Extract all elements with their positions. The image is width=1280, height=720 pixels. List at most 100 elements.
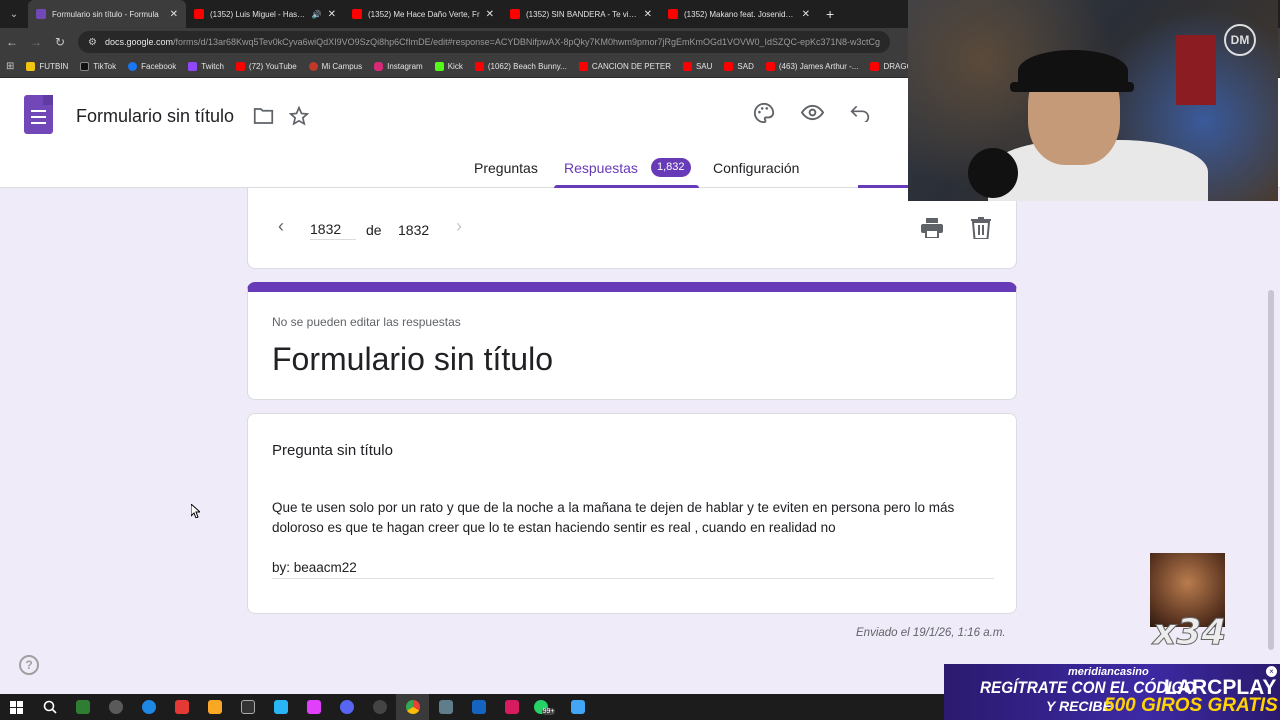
youtube-icon: [578, 62, 588, 71]
taskbar-app-pink[interactable]: [297, 694, 330, 720]
form-title: Formulario sin título: [272, 341, 553, 377]
responses-count-badge: 1,832: [651, 158, 691, 177]
taskbar-store[interactable]: [66, 694, 99, 720]
steam-icon: [108, 700, 123, 714]
windows-taskbar: 99+: [0, 694, 944, 720]
taskbar-whatsapp[interactable]: 99+: [528, 694, 561, 720]
app-icon: [306, 700, 321, 714]
site-info-icon[interactable]: ⚙: [88, 37, 97, 48]
youtube-icon: [765, 62, 775, 71]
bookmark-mi-campus[interactable]: Mi Campus: [308, 62, 362, 71]
bookmark-twitch[interactable]: Twitch: [188, 62, 224, 71]
page-scrollbar[interactable]: [1268, 290, 1274, 650]
reload-icon[interactable]: ↻: [48, 35, 72, 49]
google-forms-logo-icon[interactable]: [24, 95, 53, 134]
casino-ad-banner[interactable]: meridiancasino REGÍTRATE CON EL CÓDIGO L…: [944, 664, 1280, 720]
taskbar-steam[interactable]: [99, 694, 132, 720]
tab-preguntas[interactable]: Preguntas: [474, 160, 538, 176]
palette-icon[interactable]: [753, 102, 775, 124]
tab-search-chevron-icon[interactable]: ⌄: [0, 0, 28, 28]
document-title[interactable]: Formulario sin título: [76, 106, 234, 127]
taskbar-file-explorer[interactable]: [198, 694, 231, 720]
undo-icon[interactable]: [850, 104, 870, 122]
previous-response-chevron-icon[interactable]: ‹: [278, 216, 284, 237]
store-icon: [75, 700, 90, 714]
bookmark-james-arthur[interactable]: (463) James Arthur -...: [765, 62, 858, 71]
word-icon: [471, 700, 486, 714]
tab-close-icon[interactable]: ✕: [170, 9, 178, 20]
forms-icon: [36, 9, 46, 19]
taskbar-calculator[interactable]: [429, 694, 462, 720]
new-tab-button[interactable]: +: [818, 6, 842, 22]
bookmark-cancion-de-peter[interactable]: CANCION DE PETER: [578, 62, 671, 71]
taskbar-edge[interactable]: [132, 694, 165, 720]
streamer-logo: DM: [1224, 24, 1256, 56]
youtube-icon: [235, 62, 245, 71]
response-number-input[interactable]: 1832: [310, 221, 356, 240]
ad-brand: meridiancasino: [1068, 666, 1149, 678]
browser-tab-youtube[interactable]: (1352) SIN BANDERA - Te vi ver ✕: [502, 0, 660, 28]
taskbar-epic[interactable]: [231, 694, 264, 720]
bookmark-futbin[interactable]: FUTBIN: [26, 62, 68, 71]
bookmark-label: TikTok: [93, 62, 117, 71]
github-icon: [372, 700, 387, 714]
bookmark-instagram[interactable]: Instagram: [374, 62, 423, 71]
taskbar-discord[interactable]: [330, 694, 363, 720]
taskbar-app-pink2[interactable]: [495, 694, 528, 720]
taskbar-paint[interactable]: [264, 694, 297, 720]
campus-icon: [308, 62, 318, 71]
ad-close-icon[interactable]: ×: [1266, 666, 1277, 677]
bookmark-label: CANCION DE PETER: [591, 62, 671, 71]
star-icon[interactable]: [289, 106, 309, 126]
tab-close-icon[interactable]: ✕: [644, 9, 652, 20]
search-button[interactable]: [33, 694, 66, 720]
bookmark-drago[interactable]: DRAGO: [870, 62, 913, 71]
youtube-icon: [682, 62, 692, 71]
youtube-icon: [352, 9, 362, 19]
taskbar-chrome[interactable]: [396, 694, 429, 720]
start-button[interactable]: [0, 694, 33, 720]
answer-underline: [272, 578, 994, 579]
next-response-chevron-icon[interactable]: ›: [456, 216, 462, 237]
speaker-icon[interactable]: 🔊: [312, 10, 322, 19]
bookmark-kick[interactable]: Kick: [434, 62, 463, 71]
apps-grid-icon[interactable]: ⊞: [6, 61, 14, 72]
browser-tab-youtube[interactable]: (1352) Me Hace Daño Verte, Fr ✕: [344, 0, 502, 28]
bookmark-sau[interactable]: SAU: [682, 62, 712, 71]
tab-close-icon[interactable]: ✕: [328, 9, 336, 20]
tab-close-icon[interactable]: ✕: [486, 9, 494, 20]
taskbar-word[interactable]: [462, 694, 495, 720]
youtube-icon: [724, 62, 734, 71]
tab-close-icon[interactable]: ✕: [802, 9, 810, 20]
discord-icon: [339, 700, 354, 714]
search-icon: [43, 700, 57, 714]
form-title-card: No se pueden editar las respuestas Formu…: [247, 282, 1017, 400]
back-arrow-icon[interactable]: ←: [0, 35, 24, 49]
bookmark-label: Twitch: [201, 62, 224, 71]
taskbar-github[interactable]: [363, 694, 396, 720]
taskbar-obs[interactable]: [165, 694, 198, 720]
bookmark-tiktok[interactable]: TikTok: [80, 62, 116, 71]
help-icon[interactable]: ?: [19, 655, 39, 675]
address-bar[interactable]: ⚙ docs.google.com/forms/d/13ar68Kwq5Tev0…: [78, 31, 890, 53]
forward-arrow-icon[interactable]: →: [24, 35, 48, 49]
tab-respuestas[interactable]: Respuestas: [564, 160, 638, 176]
browser-tab-youtube[interactable]: (1352) Makano feat. Josenid - S ✕: [660, 0, 818, 28]
bookmark-facebook[interactable]: Facebook: [128, 62, 176, 71]
browser-tab-forms[interactable]: Formulario sin título - Formula ✕: [28, 0, 186, 28]
print-icon[interactable]: [921, 218, 943, 238]
folder-icon[interactable]: [253, 107, 274, 125]
bookmark-beach-bunny[interactable]: (1062) Beach Bunny...: [474, 62, 567, 71]
taskbar-photos[interactable]: [561, 694, 594, 720]
bookmark-sad[interactable]: SAD: [724, 62, 754, 71]
notification-badge: 99+: [541, 707, 556, 715]
media-player-icon: [174, 700, 189, 714]
question-response-card: Pregunta sin título Que te usen solo por…: [247, 413, 1017, 614]
bookmark-youtube[interactable]: (72) YouTube: [235, 62, 297, 71]
tab-configuracion[interactable]: Configuración: [713, 160, 799, 176]
preview-eye-icon[interactable]: [801, 104, 824, 121]
delete-trash-icon[interactable]: [971, 217, 991, 239]
pager-total: 1832: [398, 222, 430, 238]
answer-signature: by: beaacm22: [272, 560, 357, 575]
browser-tab-youtube[interactable]: (1352) Luis Miguel - Hasta q 🔊 ✕: [186, 0, 344, 28]
